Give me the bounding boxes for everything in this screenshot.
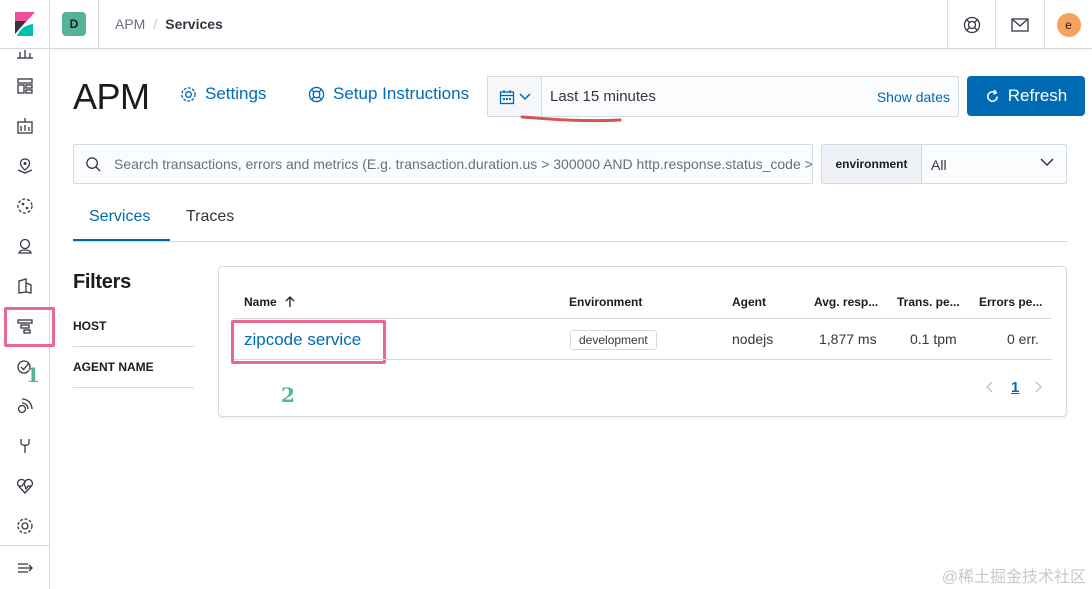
- avg-response-cell: 1,877 ms: [819, 331, 877, 347]
- filter-agent-name[interactable]: AGENT NAME: [73, 347, 194, 388]
- chevron-left-icon: [985, 381, 993, 393]
- help-icon: [963, 16, 980, 33]
- top-header: D APM / Services e: [0, 0, 1092, 49]
- nav-collapse[interactable]: [14, 557, 36, 579]
- column-header-errors[interactable]: Errors pe...: [979, 295, 1042, 309]
- space-selector[interactable]: D: [50, 0, 99, 49]
- column-header-avg-response[interactable]: Avg. resp...: [814, 295, 878, 309]
- tab-bar: Services Traces: [73, 196, 1067, 242]
- search-placeholder: Search transactions, errors and metrics …: [114, 156, 813, 172]
- nav-dev-tools[interactable]: [14, 435, 36, 457]
- monitoring-icon: [16, 478, 34, 494]
- nav-management[interactable]: [14, 515, 36, 537]
- page-title: APM: [73, 76, 150, 117]
- tab-services[interactable]: Services: [89, 208, 150, 226]
- settings-link[interactable]: Settings: [180, 84, 266, 104]
- row-divider: [234, 359, 1052, 360]
- filter-host[interactable]: HOST: [73, 306, 194, 347]
- chevron-right-icon: [1035, 381, 1043, 393]
- infrastructure-icon: [18, 238, 32, 254]
- column-header-environment[interactable]: Environment: [569, 295, 642, 309]
- chevron-down-icon: [1040, 158, 1054, 167]
- chevron-down-icon: [518, 92, 531, 100]
- canvas-icon: [17, 118, 33, 134]
- pagination-next[interactable]: [1035, 380, 1043, 397]
- pagination-prev[interactable]: [985, 380, 993, 397]
- machine-learning-icon: [17, 198, 33, 214]
- breadcrumb: APM / Services: [115, 16, 223, 32]
- nav-monitoring[interactable]: [14, 475, 36, 497]
- errors-cell: 0 err.: [1007, 331, 1039, 347]
- calendar-icon: [499, 89, 514, 104]
- column-header-agent[interactable]: Agent: [732, 295, 766, 309]
- settings-label: Settings: [205, 84, 267, 103]
- nav-divider: [0, 545, 50, 546]
- search-icon: [86, 157, 101, 172]
- time-range-annotation-underline: [520, 115, 622, 123]
- arrow-up-icon: [285, 296, 295, 307]
- nav-apm[interactable]: [14, 315, 36, 337]
- nav-canvas[interactable]: [14, 115, 36, 137]
- search-input[interactable]: Search transactions, errors and metrics …: [73, 144, 813, 184]
- services-table-panel: Name Environment Agent Avg. resp... Tran…: [218, 266, 1067, 417]
- agent-cell: nodejs: [732, 331, 774, 347]
- service-link-zipcode[interactable]: zipcode service: [244, 330, 361, 350]
- kibana-logo-icon: [15, 12, 35, 36]
- logs-icon: [18, 278, 32, 294]
- pagination-page-1[interactable]: 1: [1011, 379, 1019, 396]
- setup-instructions-link[interactable]: Setup Instructions: [308, 84, 469, 104]
- annotation-number-1: 1: [26, 363, 40, 387]
- filters-title: Filters: [73, 271, 131, 293]
- siem-icon: [17, 398, 33, 414]
- maps-icon: [17, 158, 33, 174]
- refresh-icon: [986, 89, 998, 102]
- transactions-cell: 0.1 tpm: [910, 331, 957, 347]
- side-navigation: 1: [0, 49, 55, 589]
- avatar: e: [1056, 12, 1081, 37]
- visualize-icon: [17, 50, 33, 59]
- help-icon: [308, 86, 325, 102]
- refresh-button[interactable]: Refresh: [967, 76, 1085, 116]
- breadcrumb-apm[interactable]: APM: [115, 16, 145, 32]
- management-icon: [17, 518, 33, 534]
- nav-logs[interactable]: [14, 275, 36, 297]
- environment-value: All: [931, 157, 947, 173]
- nav-machine-learning[interactable]: [14, 195, 36, 217]
- breadcrumb-services: Services: [165, 16, 223, 32]
- header-divider: [234, 318, 1052, 319]
- watermark: @稀土掘金技术社区: [941, 569, 1086, 586]
- active-tab-indicator: [73, 239, 170, 241]
- nav-dashboard[interactable]: [14, 75, 36, 97]
- breadcrumb-separator: /: [153, 16, 158, 32]
- newsfeed-button[interactable]: [995, 0, 1043, 49]
- show-dates-button[interactable]: Show dates: [877, 89, 950, 105]
- mail-icon: [1010, 17, 1029, 32]
- space-avatar: D: [62, 12, 86, 36]
- dashboard-icon: [17, 78, 33, 94]
- column-header-name[interactable]: Name: [244, 295, 295, 309]
- nav-siem[interactable]: [14, 395, 36, 417]
- environment-label: environment: [822, 145, 922, 183]
- nav-maps[interactable]: [14, 155, 36, 177]
- time-range-text[interactable]: Last 15 minutes: [550, 88, 656, 105]
- setup-instructions-label: Setup Instructions: [333, 84, 470, 103]
- environment-select[interactable]: environment All: [821, 144, 1067, 184]
- column-header-transactions[interactable]: Trans. pe...: [897, 295, 960, 309]
- refresh-label: Refresh: [1007, 86, 1068, 105]
- annotation-number-2: 2: [281, 383, 295, 407]
- nav-infrastructure[interactable]: [14, 235, 36, 257]
- gear-icon: [181, 86, 196, 102]
- user-menu-button[interactable]: e: [1044, 0, 1092, 49]
- tab-traces[interactable]: Traces: [186, 208, 234, 226]
- help-button[interactable]: [947, 0, 995, 49]
- date-picker: Last 15 minutes Show dates: [487, 76, 959, 117]
- collapse-icon: [18, 563, 33, 573]
- dev-tools-icon: [20, 439, 30, 453]
- kibana-logo-button[interactable]: [0, 0, 50, 49]
- apm-icon: [17, 319, 33, 334]
- nav-visualize[interactable]: [14, 43, 36, 65]
- quick-select-button[interactable]: [488, 77, 542, 116]
- environment-badge: development: [570, 330, 657, 350]
